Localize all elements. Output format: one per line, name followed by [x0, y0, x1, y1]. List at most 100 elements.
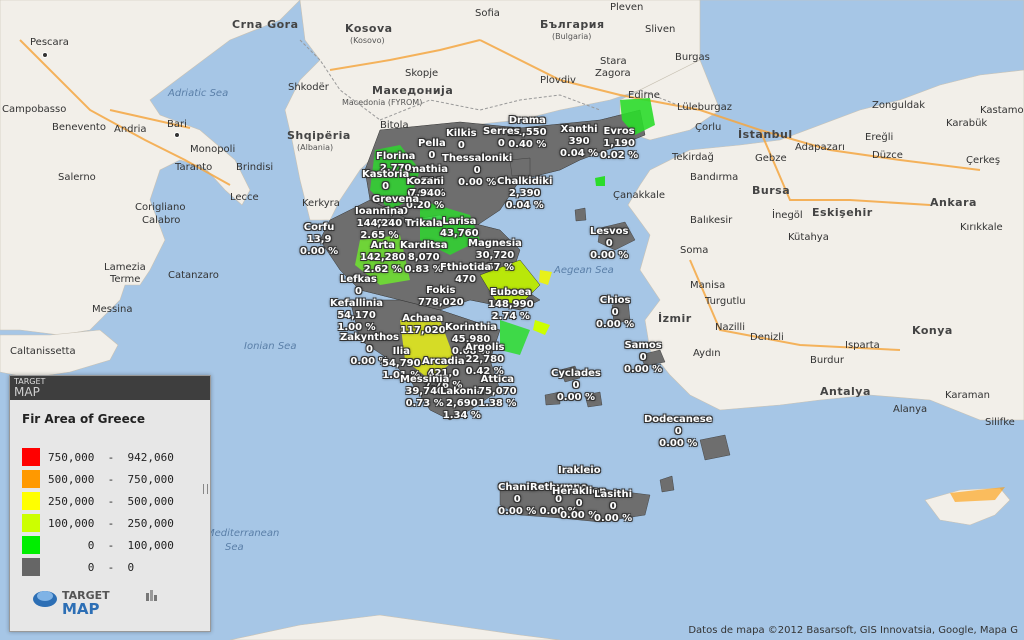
legend-resize-handle[interactable] — [203, 484, 208, 494]
city-label-silifke: Silifke — [985, 417, 1015, 428]
city-label-manisa: Manisa — [690, 280, 726, 291]
city-label-isparta: Isparta — [845, 340, 880, 351]
legend-swatch — [22, 492, 40, 510]
prefecture-label[interactable]: Attica 75,070 1.38 % — [478, 374, 517, 410]
prefecture-label[interactable]: Chalkidiki 2,390 0.04 % — [497, 176, 552, 212]
city-label-gebze: Gebze — [755, 153, 787, 164]
country-label-bulgaria: България — [540, 18, 605, 31]
city-label-brindisi: Brindisi — [236, 162, 274, 173]
city-label-caltanissetta: Caltanissetta — [10, 346, 76, 357]
city-label-adapazari: Adapazarı — [795, 142, 845, 153]
legend-swatch — [22, 514, 40, 532]
city-label-bandirma: Bandırma — [690, 172, 739, 183]
globe-icon — [33, 591, 57, 607]
prefecture-label[interactable]: Serres 0 — [483, 126, 520, 150]
prefecture-label[interactable]: Arta 142,280 2.62 % — [360, 240, 406, 276]
city-label-salerno: Salerno — [58, 172, 96, 183]
city-label-zagora: Zagora — [595, 68, 631, 79]
prefecture-label[interactable]: Argolis 22,780 0.42 % — [465, 342, 505, 378]
city-label-eskisehir: Eskişehir — [812, 206, 873, 219]
sea-label-ionian: Ionian Sea — [244, 341, 297, 352]
prefecture-label[interactable]: Chios 0 0.00 % — [596, 295, 634, 331]
prefecture-label[interactable]: Kastoria 0 — [362, 169, 409, 193]
prefecture-label[interactable]: Ioannina 144,240 2.65 % — [355, 206, 404, 242]
prefecture-label[interactable]: Lasithi 0 0.00 % — [594, 489, 632, 525]
city-label-plovdiv: Plovdiv — [540, 75, 576, 86]
prefecture-label[interactable]: Samos 0 0.00 % — [624, 340, 662, 376]
prefecture-label[interactable]: Cyclades 0 0.00 % — [551, 368, 601, 404]
city-label-terme: Terme — [110, 274, 141, 285]
city-label-zonguldak: Zonguldak — [872, 100, 926, 111]
legend-swatch — [22, 536, 40, 554]
map-attribution: Datos de mapa ©2012 Basarsoft, GIS Innov… — [688, 625, 1018, 636]
city-label-karabuk: Karabük — [946, 118, 988, 129]
city-label-bitola: Bitola — [380, 120, 409, 131]
prefecture-label[interactable]: Dodecanese 0 0.00 % — [644, 414, 712, 450]
prefecture-label[interactable]: Fokis 778,020 — [418, 285, 464, 309]
city-label-aydin: Aydın — [693, 348, 721, 359]
city-label-benevento: Benevento — [52, 122, 106, 133]
legend-panel: TARGET MAP Fir Area of Greece 750,000 - 9… — [9, 375, 211, 632]
sea-label-mediterranean: Mediterranean — [206, 528, 280, 539]
prefecture-label[interactable]: Evros 1,190 0.02 % — [600, 126, 638, 162]
city-label-lamezia: Lamezia — [104, 262, 146, 273]
city-dot — [42, 52, 48, 58]
city-label-izmir: İzmir — [658, 312, 692, 325]
chart-icon[interactable] — [145, 588, 159, 602]
city-label-lecce: Lecce — [230, 192, 259, 203]
city-label-kutahya: Kütahya — [788, 232, 829, 243]
city-label-canakkale: Çanakkale — [613, 190, 666, 201]
city-label-kastamonu: Kastamonu — [980, 105, 1024, 116]
prefecture-label[interactable]: Euboea 148,990 2.74 % — [488, 287, 534, 323]
city-label-monopoli: Monopoli — [190, 144, 236, 155]
prefecture-label[interactable]: Kefallinia 54,170 1.00 % — [330, 298, 383, 334]
sea-label-adriatic: Adriatic Sea — [168, 88, 229, 99]
city-label-sofia: Sofia — [475, 8, 500, 19]
city-label-alanya: Alanya — [893, 404, 928, 415]
city-label-inegol: İnegöl — [772, 210, 803, 221]
city-label-bursa: Bursa — [752, 184, 791, 197]
country-label-makedonija: Македонија — [372, 84, 454, 97]
sea-label-aegean: Aegean Sea — [554, 265, 614, 276]
city-label-corigliano: Corigliano — [135, 202, 186, 213]
city-label-istanbul: İstanbul — [738, 128, 793, 141]
city-label-pescara: Pescara — [30, 37, 69, 48]
country-label-montenegro: Crna Gora — [232, 18, 299, 31]
city-label-pleven: Pleven — [610, 2, 644, 13]
city-label-andria: Andria — [114, 124, 147, 135]
prefecture-label[interactable]: Fthiotida 470 — [440, 262, 491, 286]
city-label-calabro: Calabro — [142, 215, 181, 226]
legend-header: TARGET MAP — [10, 376, 210, 400]
city-label-ankara: Ankara — [930, 196, 977, 209]
city-label-denizli: Denizli — [750, 332, 784, 343]
city-label-konya: Konya — [912, 324, 953, 337]
city-label-luleburgaz: Lüleburgaz — [677, 102, 733, 113]
city-label-tekirdag: Tekirdağ — [672, 152, 714, 163]
prefecture-label[interactable]: Achaea 117,020 — [400, 313, 446, 337]
country-label-shqiperia: Shqipëria — [287, 129, 351, 142]
prefecture-label[interactable]: Larisa 43,760 — [440, 216, 479, 240]
prefecture-label[interactable]: Trikala — [405, 218, 443, 230]
prefecture-label[interactable]: Kilkis 0 — [446, 128, 477, 152]
city-label-kirikkale: Kırıkkale — [960, 222, 1003, 233]
city-label-duzce: Düzce — [872, 150, 903, 161]
prefecture-label[interactable]: Xanthi 390 0.04 % — [560, 124, 598, 160]
country-label-bulgaria-en: (Bulgaria) — [552, 32, 592, 41]
city-label-taranto: Taranto — [175, 162, 213, 173]
legend-title: Fir Area of Greece — [22, 412, 145, 426]
city-label-bari: Bari — [167, 119, 187, 130]
city-label-corlu: Çorlu — [695, 122, 722, 133]
city-label-burgas: Burgas — [675, 52, 710, 63]
prefecture-label[interactable]: Irakleio — [558, 465, 601, 477]
city-label-antalya: Antalya — [820, 385, 871, 398]
targetmap-logo[interactable]: TARGET MAP — [32, 586, 110, 617]
prefecture-label[interactable]: Lefkas 0 — [340, 274, 377, 298]
country-label-kosovo: (Kosovo) — [350, 36, 385, 45]
prefecture-label[interactable]: Corfu 13,9 0.00 % — [300, 222, 338, 258]
legend-swatch — [22, 558, 40, 576]
country-label-fyrom: Macedonia (FYROM) — [342, 98, 423, 107]
city-label-burdur: Burdur — [810, 355, 844, 366]
prefecture-label[interactable]: Lesvos 0 0.00 % — [590, 226, 628, 262]
city-label-eregli: Ereğli — [865, 132, 894, 143]
city-label-soma: Soma — [680, 245, 709, 256]
